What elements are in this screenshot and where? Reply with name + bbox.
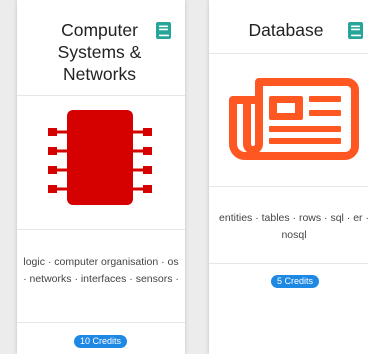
card-divider <box>209 263 368 264</box>
course-tags: entities · tables · rows · sql · er · no… <box>219 212 368 241</box>
course-tags: logic · computer organisation · os · net… <box>23 256 179 285</box>
book-icon[interactable] <box>347 22 364 39</box>
course-illustration <box>17 96 185 230</box>
course-card-computer-systems[interactable]: Computer Systems & Networks logic · comp… <box>17 0 185 354</box>
newspaper-icon <box>229 78 359 160</box>
course-card-database[interactable]: Database entities · tables · rows · sql … <box>209 0 368 354</box>
course-card-viewport: Computer Systems & Networks logic · comp… <box>0 0 368 354</box>
book-icon[interactable] <box>155 22 172 39</box>
card-header: Database <box>209 0 368 54</box>
course-title: Database <box>248 20 324 40</box>
course-title: Computer Systems & Networks <box>57 20 142 84</box>
card-divider <box>17 322 185 323</box>
cpu-chip-icon <box>48 110 152 205</box>
credits-badge: 5 Credits <box>271 275 320 288</box>
card-header: Computer Systems & Networks <box>17 0 185 96</box>
course-illustration <box>209 54 368 187</box>
credits-badge: 10 Credits <box>74 335 128 348</box>
